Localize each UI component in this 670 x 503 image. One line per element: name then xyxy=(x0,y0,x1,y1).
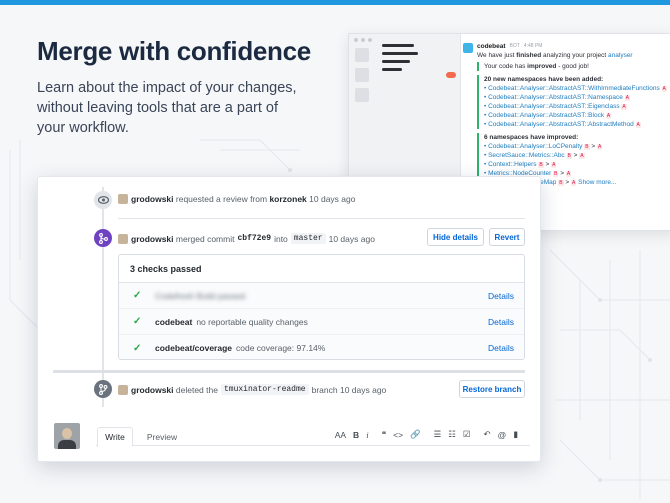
branch-icon xyxy=(94,380,112,398)
show-more-link[interactable]: Show more... xyxy=(578,179,616,186)
list-item[interactable]: • Codebeat::Analyser::LoCPenalty B > A xyxy=(484,142,670,151)
window-controls xyxy=(354,38,372,42)
improved-heading: 6 namespaces have improved: xyxy=(484,134,579,141)
restore-branch-button[interactable]: Restore branch xyxy=(459,380,525,398)
unread-badge xyxy=(446,72,456,78)
merge-icon xyxy=(94,229,112,247)
list-item[interactable]: • Codebeat::Analyser::AbstractAST::Block… xyxy=(484,111,670,120)
checks-panel: 3 checks passed ✓ Codefresh Build passed… xyxy=(118,254,525,360)
comment-composer: Write Preview AA B i ❝ <> 🔗 ☰ ☷ ☑ ↶ @ ▮ xyxy=(38,420,542,462)
user-link[interactable]: grodowski xyxy=(131,385,174,395)
reply-icon[interactable]: ↶ xyxy=(484,429,491,440)
message-intro: We have just finished analyzing your pro… xyxy=(477,52,633,59)
added-namespaces-block: 20 new namespaces have been added: • Cod… xyxy=(477,75,670,129)
added-heading: 20 new namespaces have been added: xyxy=(484,76,604,83)
link-icon[interactable]: 🔗 xyxy=(410,429,421,440)
code-icon[interactable]: <> xyxy=(393,430,403,440)
list-item[interactable]: • Codebeat::Analyser::AbstractAST::WithI… xyxy=(484,84,670,93)
improved-notice: Your code has improved - good job! xyxy=(477,62,670,71)
event-time[interactable]: 10 days ago xyxy=(340,385,386,395)
checks-heading: 3 checks passed xyxy=(119,255,524,283)
check-icon: ✓ xyxy=(133,342,142,354)
sidebar-line xyxy=(382,52,418,55)
message-time: 4:48 PM xyxy=(523,43,543,49)
revert-button[interactable]: Revert xyxy=(489,228,525,246)
user-link[interactable]: grodowski xyxy=(131,234,174,244)
markdown-toolbar: AA B i ❝ <> 🔗 ☰ ☷ ☑ ↶ @ ▮ xyxy=(335,429,518,440)
composer-tabs: Write Preview AA B i ❝ <> 🔗 ☰ ☷ ☑ ↶ @ ▮ xyxy=(96,422,530,447)
event-time[interactable]: 10 days ago xyxy=(309,194,355,204)
bold-icon[interactable]: B xyxy=(353,430,359,440)
bot-tag: BOT xyxy=(509,43,520,49)
tab-write[interactable]: Write xyxy=(97,427,133,447)
branch-delete-event: grodowski deleted the tmuxinator-readme … xyxy=(118,384,386,395)
event-time[interactable]: 10 days ago xyxy=(329,234,375,244)
bookmark-icon[interactable]: ▮ xyxy=(513,429,518,440)
check-name-blurred: Codefresh Build passed xyxy=(155,290,246,301)
heading-icon[interactable]: AA xyxy=(335,430,346,440)
list-item[interactable]: • Codebeat::Analyser::AbstractAST::Abstr… xyxy=(484,120,670,129)
check-row: ✓ Codefresh Build passed Details xyxy=(119,283,524,309)
hide-details-button[interactable]: Hide details xyxy=(427,228,484,246)
bot-name[interactable]: codebeat xyxy=(477,42,506,51)
reviewer-link[interactable]: korzonek xyxy=(269,194,306,204)
avatar xyxy=(118,194,128,204)
sidebar-line xyxy=(382,68,402,71)
hero-subtitle: Learn about the impact of your changes, … xyxy=(37,80,297,136)
check-icon: ✓ xyxy=(133,290,142,301)
merge-event: grodowski merged commit cbf72e9 into mas… xyxy=(118,233,375,244)
branch-name[interactable]: master xyxy=(290,233,326,244)
project-link[interactable]: analyser xyxy=(608,52,633,59)
check-status: no reportable quality changes xyxy=(196,316,308,327)
unordered-list-icon[interactable]: ☰ xyxy=(434,429,442,440)
workspace-icon[interactable] xyxy=(355,88,369,102)
list-item[interactable]: • SecretSauce::Metrics::Abc B > A xyxy=(484,151,670,160)
check-status: code coverage: 97.14% xyxy=(236,343,326,353)
check-details-link[interactable]: Details xyxy=(488,317,514,327)
check-name: codebeat/coverage xyxy=(155,343,233,353)
tab-preview[interactable]: Preview xyxy=(142,427,182,447)
italic-icon[interactable]: i xyxy=(366,430,368,440)
ordered-list-icon[interactable]: ☷ xyxy=(448,429,456,440)
list-item[interactable]: • Codebeat::Analyser::AbstractAST::Eigen… xyxy=(484,102,670,111)
hero-title: Merge with confidence xyxy=(37,36,311,66)
quote-icon[interactable]: ❝ xyxy=(382,429,387,440)
workspace-icon[interactable] xyxy=(355,68,369,82)
commit-sha[interactable]: cbf72e9 xyxy=(237,234,271,243)
workspace-icon[interactable] xyxy=(355,48,369,62)
timeline-line xyxy=(102,187,104,407)
review-request-event: grodowski requested a review from korzon… xyxy=(118,194,355,204)
sidebar-line xyxy=(382,60,410,63)
branch-name[interactable]: tmuxinator-readme xyxy=(220,384,309,395)
check-details-link[interactable]: Details xyxy=(488,343,514,353)
avatar xyxy=(118,384,128,395)
check-row: ✓ codebeat no reportable quality changes… xyxy=(119,309,524,335)
check-name: codebeat xyxy=(155,316,193,327)
avatar xyxy=(54,423,80,449)
list-item[interactable]: • Codebeat::Analyser::AbstractAST::Names… xyxy=(484,93,670,102)
check-icon: ✓ xyxy=(133,316,142,327)
bot-avatar xyxy=(463,43,473,53)
divider xyxy=(118,218,525,219)
check-details-link[interactable]: Details xyxy=(488,291,514,301)
user-link[interactable]: grodowski xyxy=(131,194,174,204)
sidebar-line xyxy=(382,44,414,47)
pull-request-timeline-card: grodowski requested a review from korzon… xyxy=(37,176,541,462)
list-item[interactable]: • Context::Helpers B > A xyxy=(484,160,670,169)
task-list-icon[interactable]: ☑ xyxy=(463,429,471,440)
check-row: ✓ codebeat/coverage code coverage: 97.14… xyxy=(119,335,524,359)
avatar xyxy=(118,233,128,244)
mention-icon[interactable]: @ xyxy=(498,430,507,440)
eye-icon xyxy=(94,191,112,209)
timeline-divider xyxy=(53,370,525,373)
